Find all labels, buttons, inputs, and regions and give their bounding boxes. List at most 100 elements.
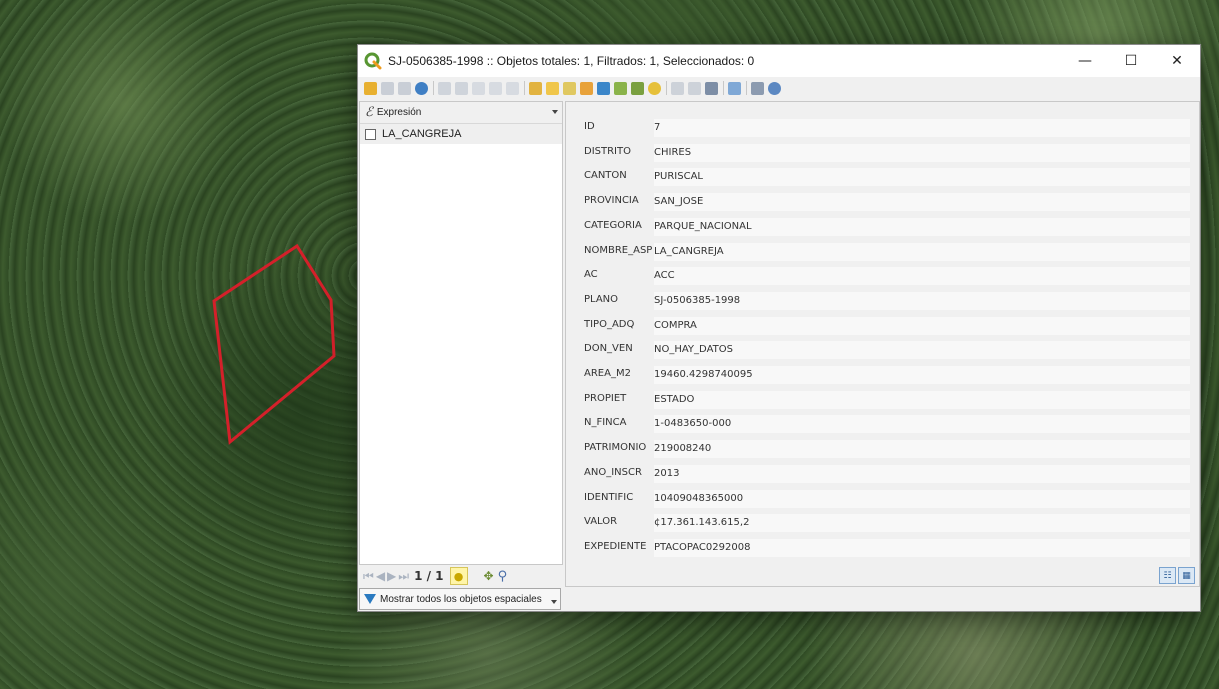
pan-to-selection-icon[interactable] xyxy=(631,81,644,95)
last-feature-icon[interactable]: ⏭ xyxy=(398,569,409,584)
field-value-input[interactable]: 219008240 xyxy=(654,440,1190,459)
field-value-input[interactable]: 1-0483650-000 xyxy=(654,415,1190,434)
field-label: AREA_M2 xyxy=(584,368,631,379)
field-label: TIPO_ADQ xyxy=(584,318,635,330)
feature-navigation-bar: ⏮ ◀ ▶ ⏭ 1 / 1 ● ✥ ⚲ xyxy=(359,565,563,587)
field-value-input[interactable]: 7 xyxy=(654,119,1190,137)
feature-label: LA_CANGREJA xyxy=(382,128,462,140)
cut-icon[interactable] xyxy=(472,81,485,95)
toolbar-separator xyxy=(433,81,434,95)
attribute-row: EXPEDIENTE PTACOPAC0292008 xyxy=(584,538,1190,557)
field-value-input[interactable]: PURISCAL xyxy=(654,168,1190,187)
field-value-text: 7 xyxy=(654,122,661,133)
save-all-icon[interactable] xyxy=(398,81,411,95)
attribute-row: DON_VEN NO_HAY_DATOS xyxy=(584,341,1190,360)
field-label: VALOR xyxy=(584,516,618,528)
field-label: EXPEDIENTE xyxy=(584,540,647,552)
field-value-text: CHIRES xyxy=(654,146,692,158)
field-value-input[interactable]: 19460.4298740095 xyxy=(654,366,1190,384)
field-label: CANTON xyxy=(584,170,627,182)
qgis-logo-icon xyxy=(364,52,382,70)
table-view-icon[interactable]: ▦ xyxy=(1178,567,1195,584)
next-feature-icon[interactable]: ▶ xyxy=(387,569,396,583)
field-value-input[interactable]: 10409048365000 xyxy=(654,489,1190,508)
filter-icon[interactable] xyxy=(597,81,610,95)
select-all-icon[interactable] xyxy=(546,81,559,95)
attribute-row: TIPO_ADQ COMPRA xyxy=(584,316,1190,335)
field-value-input[interactable]: NO_HAY_DATOS xyxy=(654,341,1190,360)
field-label: CATEGORIA xyxy=(584,219,642,231)
dock-icon[interactable] xyxy=(768,81,781,95)
field-value-input[interactable]: PARQUE_NACIONAL xyxy=(654,217,1190,236)
attribute-row: AC ACC xyxy=(584,267,1190,286)
parcel-polygon[interactable] xyxy=(212,243,336,445)
field-value-input[interactable]: ¢17.361.143.615,2 xyxy=(654,514,1190,533)
expression-icon: ℰ xyxy=(365,105,373,120)
field-value-text: ACC xyxy=(654,270,675,282)
close-button[interactable]: ✕ xyxy=(1154,45,1200,77)
pencil-icon[interactable] xyxy=(364,81,377,95)
maximize-button[interactable]: ☐ xyxy=(1108,45,1154,77)
field-label: DON_VEN xyxy=(584,343,633,355)
reload-icon[interactable] xyxy=(415,81,428,95)
field-value-text: 2013 xyxy=(654,467,680,479)
first-feature-icon[interactable]: ⏮ xyxy=(363,569,374,584)
attribute-row: DISTRITO CHIRES xyxy=(584,143,1190,162)
conditional-format-icon[interactable] xyxy=(728,81,741,95)
attribute-row: NOMBRE_ASP LA_CANGREJA xyxy=(584,242,1190,261)
window-title: SJ-0506385-1998 :: Objetos totales: 1, F… xyxy=(388,54,755,68)
minimize-button[interactable]: — xyxy=(1062,45,1108,77)
field-label: PLANO xyxy=(584,293,619,305)
field-label: PROPIET xyxy=(584,392,627,404)
field-value-input[interactable]: 2013 xyxy=(654,464,1190,483)
feature-checkbox[interactable] xyxy=(365,128,376,140)
zoom-to-selection-icon[interactable] xyxy=(648,81,661,95)
chevron-down-icon[interactable] xyxy=(552,110,558,114)
chevron-down-icon[interactable] xyxy=(551,600,557,604)
delete-icon[interactable] xyxy=(455,81,468,95)
field-label: AC xyxy=(584,269,598,281)
field-label: ANO_INSCR xyxy=(584,466,642,478)
field-value-text: 19460.4298740095 xyxy=(654,369,753,380)
field-value-input[interactable]: COMPRA xyxy=(654,316,1190,335)
field-value-input[interactable]: PTACOPAC0292008 xyxy=(654,538,1190,557)
field-value-text: 1-0483650-000 xyxy=(654,418,732,430)
move-selection-icon[interactable] xyxy=(614,81,627,95)
field-value-input[interactable]: LA_CANGREJA xyxy=(654,242,1190,261)
attribute-row: PROPIET ESTADO xyxy=(584,390,1190,409)
zoom-icon[interactable]: ⚲ xyxy=(498,569,508,584)
copy-icon[interactable] xyxy=(438,81,451,95)
field-value-input[interactable]: SAN_JOSE xyxy=(654,193,1190,212)
field-label: N_FINCA xyxy=(584,417,627,429)
field-value-input[interactable]: ACC xyxy=(654,267,1190,286)
field-value-text: SAN_JOSE xyxy=(654,196,704,208)
lightbulb-icon[interactable]: ● xyxy=(449,567,468,585)
field-value-input[interactable]: ESTADO xyxy=(654,390,1190,409)
show-all-features-button[interactable]: Mostrar todos los objetos espaciales xyxy=(359,588,561,610)
invert-selection-icon[interactable] xyxy=(563,81,576,95)
paste-icon[interactable] xyxy=(489,81,502,95)
select-by-expression-icon[interactable] xyxy=(529,81,542,95)
field-value-input[interactable]: CHIRES xyxy=(654,143,1190,162)
expression-selector[interactable]: ℰ Expresión xyxy=(360,102,562,124)
field-value-text: 10409048365000 xyxy=(654,492,744,504)
toolbar xyxy=(358,77,1200,99)
attribute-row: VALOR ¢17.361.143.615,2 xyxy=(584,514,1190,533)
field-value-input[interactable]: SJ-0506385-1998 xyxy=(654,291,1190,310)
previous-feature-icon[interactable]: ◀ xyxy=(376,569,385,583)
copy-rows-icon[interactable] xyxy=(671,81,684,95)
field-calculator-icon[interactable] xyxy=(705,81,718,95)
toolbar-separator xyxy=(723,81,724,95)
deselect-icon[interactable] xyxy=(580,81,593,95)
title-bar[interactable]: SJ-0506385-1998 :: Objetos totales: 1, F… xyxy=(358,45,1200,77)
pan-icon[interactable]: ✥ xyxy=(484,569,494,583)
view-toggle: ☷ ▦ xyxy=(1157,567,1195,584)
feature-list-item[interactable]: LA_CANGREJA xyxy=(360,124,562,144)
paste-rows-icon[interactable] xyxy=(688,81,701,95)
attribute-form: ID 7 DISTRITO CHIRES CANTON PURISCAL PROVINCIA… xyxy=(565,101,1200,587)
actions-icon[interactable] xyxy=(751,81,764,95)
form-view-icon[interactable]: ☷ xyxy=(1159,567,1176,584)
save-icon[interactable] xyxy=(381,81,394,95)
new-field-icon[interactable] xyxy=(506,81,519,95)
field-value-text: 219008240 xyxy=(654,443,712,455)
